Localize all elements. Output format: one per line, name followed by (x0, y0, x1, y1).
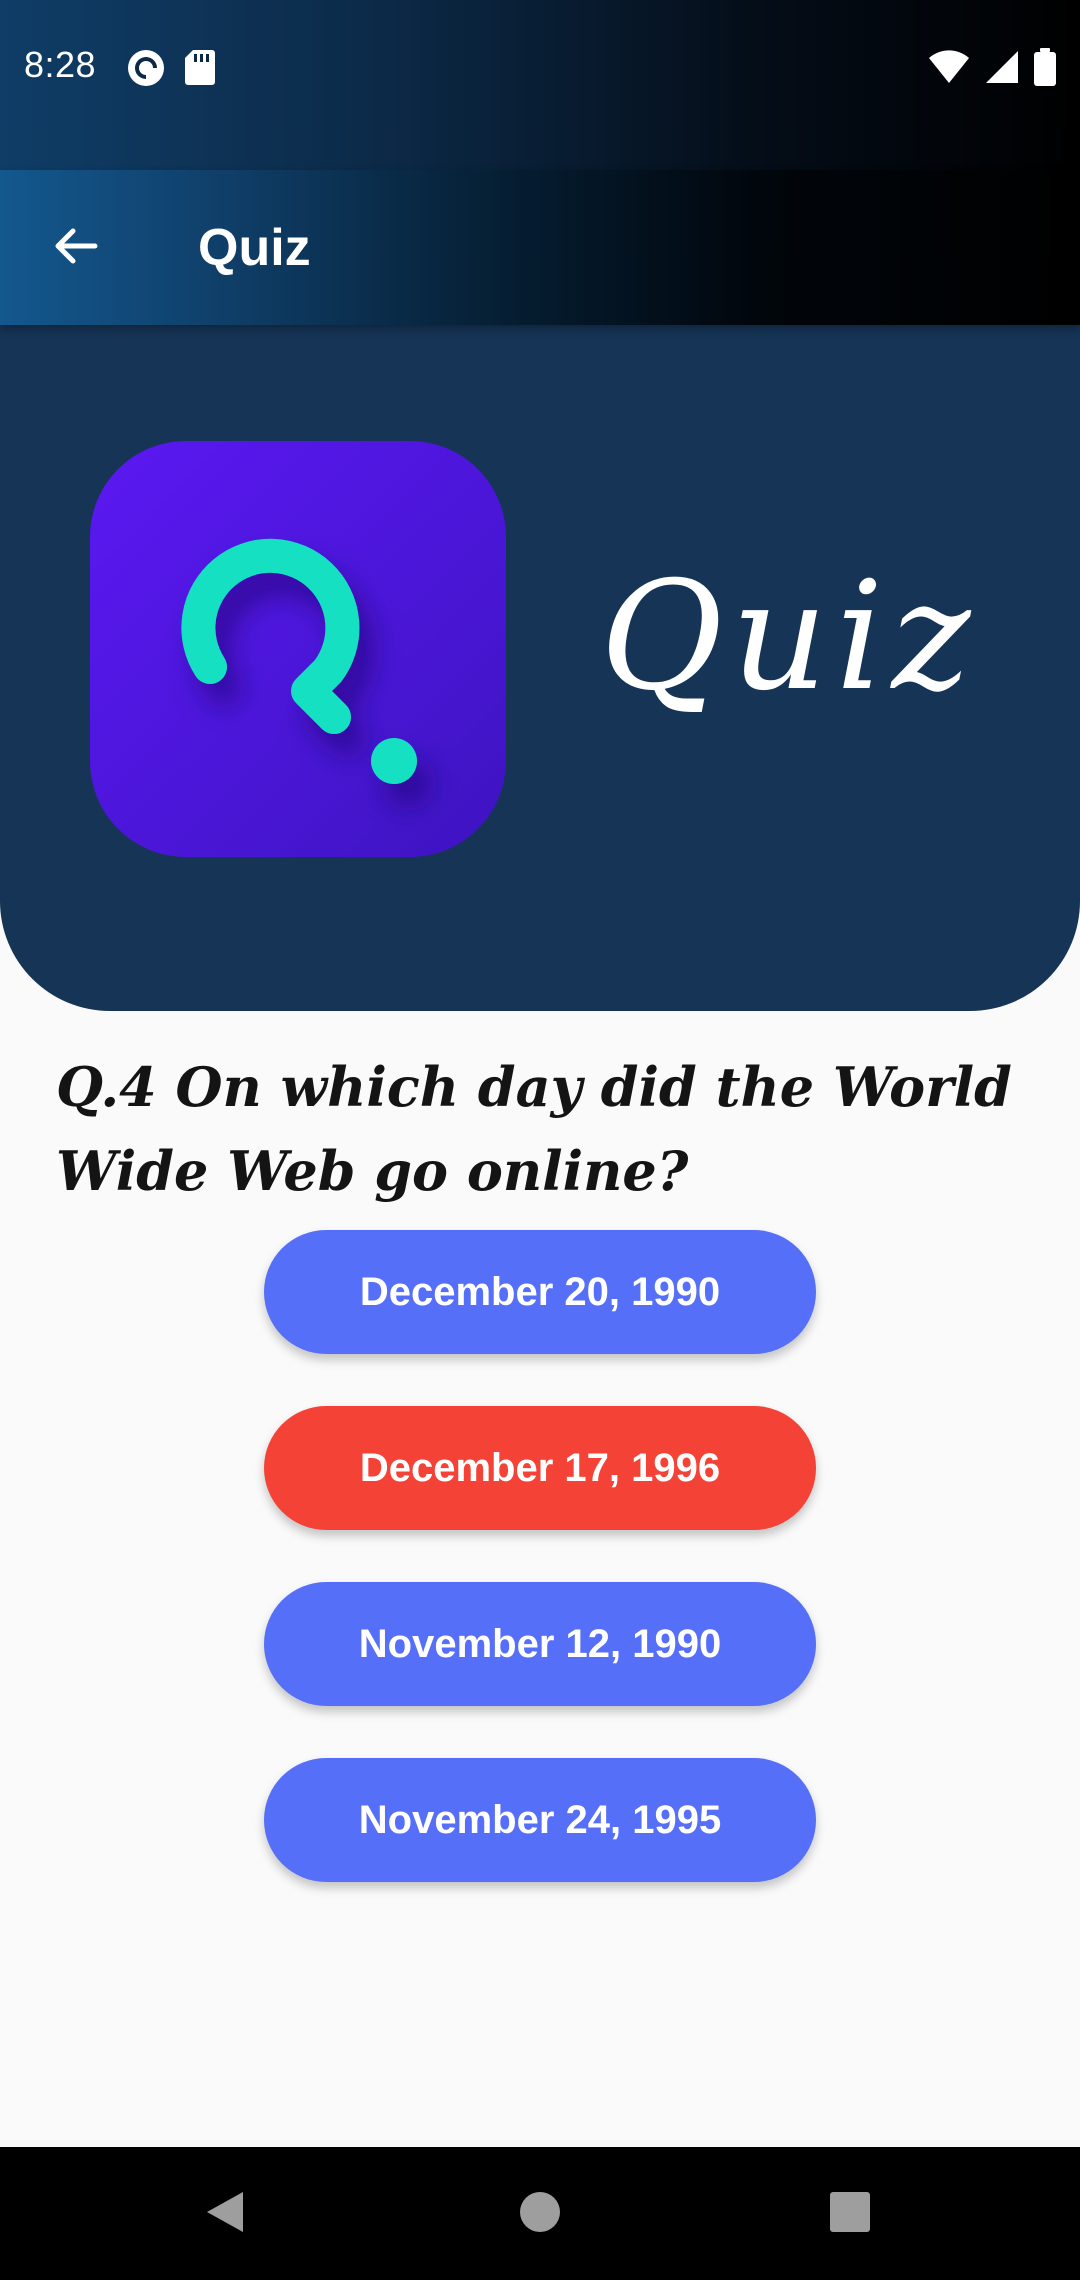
quiz-logo-icon (90, 441, 506, 857)
answer-option-4[interactable]: November 24, 1995 (264, 1758, 816, 1882)
answer-option-2[interactable]: December 17, 1996 (264, 1406, 816, 1530)
arrow-back-icon (51, 221, 101, 276)
system-nav-bar (0, 2147, 1080, 2280)
nav-back-icon (203, 2188, 247, 2241)
app-bar: Quiz (0, 170, 1080, 325)
back-button[interactable] (36, 208, 116, 288)
nav-home-icon (518, 2190, 562, 2239)
battery-icon (1034, 48, 1056, 91)
answer-option-1[interactable]: December 20, 1990 (264, 1230, 816, 1354)
brand-wordmark: Quiz (600, 550, 979, 724)
header-banner: Quiz (0, 325, 1080, 1011)
status-right-icons (928, 48, 1056, 91)
nav-home-button[interactable] (505, 2179, 575, 2249)
answer-list: December 20, 1990 December 17, 1996 Nove… (264, 1230, 816, 1934)
wifi-icon (928, 49, 970, 90)
status-bar: 8:28 (0, 0, 1080, 170)
app-title: Quiz (198, 219, 311, 277)
status-left-icons (126, 48, 216, 93)
status-time: 8:28 (24, 44, 97, 85)
answer-option-3[interactable]: November 12, 1990 (264, 1582, 816, 1706)
sd-card-icon (184, 48, 216, 93)
cellular-signal-icon (984, 49, 1020, 90)
nav-recents-icon (829, 2191, 871, 2238)
pocket-casts-icon (126, 48, 166, 93)
question-text: Q.4 On which day did the World Wide Web … (56, 1055, 1012, 1203)
nav-recents-button[interactable] (815, 2179, 885, 2249)
nav-back-button[interactable] (190, 2179, 260, 2249)
